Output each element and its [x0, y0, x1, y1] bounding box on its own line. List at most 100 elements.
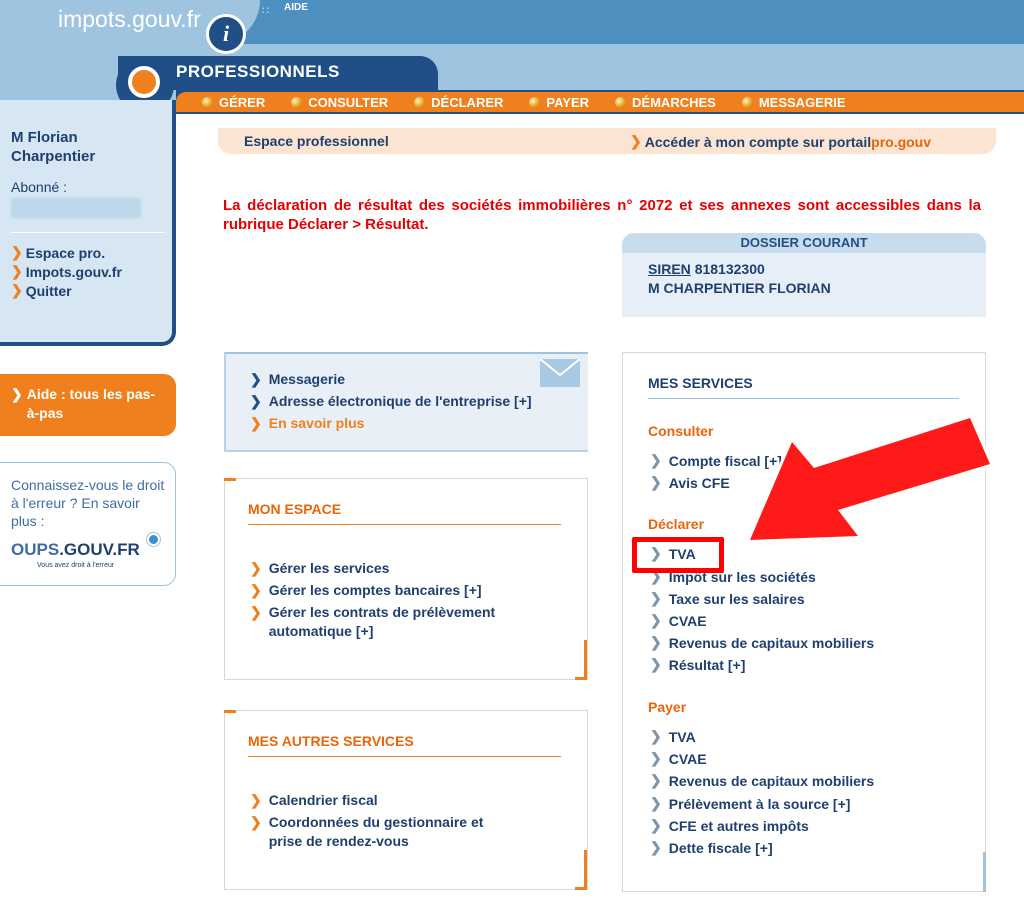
- service-label: Revenus de capitaux mobiliers: [668, 634, 875, 651]
- nav-bullet-icon: [741, 96, 753, 108]
- grid-dots-icon: ∷: [262, 5, 270, 17]
- nav-label: GÉRER: [219, 94, 266, 110]
- chevron-right-icon: ❯: [650, 474, 662, 490]
- redacted-value: [11, 198, 141, 218]
- aide-link[interactable]: AIDE: [284, 2, 308, 13]
- chevron-right-icon: ❯: [250, 582, 262, 598]
- service-label: CVAE: [668, 612, 707, 629]
- sidebar-link-impots[interactable]: ❯ Impots.gouv.fr: [11, 263, 122, 280]
- adresse-electronique-link[interactable]: ❯ Adresse électronique de l'entreprise [+…: [250, 392, 532, 411]
- section-declarer: Déclarer: [648, 516, 705, 532]
- sidebar-link-espace-pro[interactable]: ❯ Espace pro.: [11, 244, 105, 261]
- chevron-right-icon: ❯: [650, 728, 662, 744]
- en-savoir-plus-link[interactable]: ❯ En savoir plus: [250, 414, 364, 433]
- service-taxe-salaires[interactable]: ❯ Taxe sur les salaires: [650, 590, 805, 607]
- service-dette-fiscale[interactable]: ❯ Dette fiscale [+]: [650, 839, 773, 856]
- nav-label: MESSAGERIE: [758, 94, 846, 110]
- mon-espace-title: MON ESPACE: [248, 501, 342, 517]
- siren-label[interactable]: SIREN: [648, 261, 691, 277]
- service-payer-rcm[interactable]: ❯ Revenus de capitaux mobiliers: [650, 772, 874, 789]
- link-label: Adresse électronique de l'entreprise [+]: [268, 393, 532, 409]
- chevron-right-icon: ❯: [650, 612, 662, 628]
- nav-gerer[interactable]: GÉRER: [202, 95, 265, 110]
- messagerie-link[interactable]: ❯ Messagerie: [250, 370, 345, 389]
- dossier-name: M CHARPENTIER FLORIAN: [648, 280, 831, 296]
- service-cfe-autres[interactable]: ❯ CFE et autres impôts: [650, 817, 809, 834]
- chevron-right-icon: ❯: [250, 560, 262, 576]
- divider: [248, 756, 561, 757]
- service-label: Taxe sur les salaires: [668, 590, 805, 607]
- chevron-right-icon: ❯: [11, 263, 23, 279]
- aide-pas-a-pas-label: ❯ Aide : tous les pas-à-pas: [11, 385, 161, 423]
- header-edge: [1006, 44, 1024, 92]
- panel-corner: [224, 710, 236, 713]
- nav-messagerie[interactable]: MESSAGERIE: [741, 94, 846, 110]
- portail-pro-link[interactable]: ❯ Accéder à mon compte sur portail pro.gou…: [630, 133, 931, 150]
- coordonnees-gestionnaire-link[interactable]: ❯ Coordonnées du gestionnaire et prise de…: [250, 813, 510, 851]
- chevron-right-icon: ❯: [250, 415, 262, 431]
- service-label: Dette fiscale [+]: [668, 839, 773, 856]
- gerer-services-link[interactable]: ❯ Gérer les services: [250, 559, 389, 578]
- section-title: PROFESSIONNELS: [176, 62, 340, 81]
- service-payer-tva[interactable]: ❯ TVA: [650, 728, 696, 745]
- oups-logo-part1: OUPS: [11, 540, 60, 559]
- oups-logo[interactable]: OUPS.GOUV.FR: [11, 540, 140, 560]
- espace-title: Espace professionnel: [244, 133, 389, 149]
- chevron-right-icon: ❯: [650, 772, 662, 788]
- chevron-right-icon: ❯: [650, 590, 662, 606]
- link-label: Messagerie: [268, 371, 346, 387]
- nav-bullet-icon: [414, 96, 426, 108]
- service-payer-cvae[interactable]: ❯ CVAE: [650, 750, 707, 767]
- calendrier-fiscal-link[interactable]: ❯ Calendrier fiscal: [250, 791, 378, 810]
- gerer-comptes-link[interactable]: ❯ Gérer les comptes bancaires [+]: [250, 581, 482, 600]
- service-label: CFE et autres impôts: [668, 817, 809, 834]
- mes-services-title: MES SERVICES: [648, 375, 753, 391]
- divider: [648, 398, 959, 399]
- chevron-right-icon: ❯: [650, 634, 662, 650]
- chevron-right-icon: ❯: [11, 282, 23, 298]
- brand-logo-text[interactable]: impots.gouv.fr: [58, 6, 201, 33]
- nav-label: DÉMARCHES: [632, 94, 716, 110]
- service-avis-cfe[interactable]: ❯ Avis CFE: [650, 474, 730, 491]
- dossier-heading: DOSSIER COURANT: [622, 233, 986, 253]
- link-label: Calendrier fiscal: [268, 792, 378, 808]
- sidebar-link-quitter[interactable]: ❯ Quitter: [11, 282, 72, 299]
- divider: [248, 524, 561, 525]
- chevron-right-icon: ❯: [630, 133, 642, 149]
- nav-declarer[interactable]: DÉCLARER: [414, 95, 503, 110]
- nav-payer[interactable]: PAYER: [529, 95, 589, 110]
- envelope-icon: [540, 359, 580, 387]
- link-label: Gérer les comptes bancaires [+]: [268, 582, 482, 598]
- panel-corner: [224, 478, 236, 481]
- oups-logo-part2: .GOUV.FR: [59, 540, 140, 559]
- chevron-right-icon: ❯: [650, 839, 662, 855]
- service-declarer-rcm[interactable]: ❯ Revenus de capitaux mobiliers: [650, 634, 874, 651]
- oups-badge-icon: [147, 533, 160, 546]
- service-prelevement-source[interactable]: ❯ Prélèvement à la source [+]: [650, 795, 850, 812]
- sidebar-link-label: Impots.gouv.fr: [25, 263, 122, 280]
- nav-label: DÉCLARER: [431, 94, 504, 110]
- autres-services-title: MES AUTRES SERVICES: [248, 733, 414, 749]
- nav-demarches[interactable]: DÉMARCHES: [615, 95, 716, 110]
- chevron-right-icon: ❯: [250, 792, 262, 808]
- sidebar-link-label: Espace pro.: [25, 244, 106, 261]
- panel-corner: [978, 852, 986, 892]
- service-declarer-cvae[interactable]: ❯ CVAE: [650, 612, 707, 629]
- abonne-label: Abonné :: [11, 179, 68, 195]
- section-payer: Payer: [648, 699, 687, 715]
- service-resultat[interactable]: ❯ Résultat [+]: [650, 656, 745, 673]
- sidebar-link-label: Quitter: [25, 282, 72, 299]
- nav-bullet-icon: [291, 96, 303, 108]
- droit-erreur-text: Connaissez-vous le droit à l'erreur ? En…: [11, 477, 165, 529]
- section-consulter: Consulter: [648, 423, 714, 439]
- gerer-contrats-link[interactable]: ❯ Gérer les contrats de prélèvement autom…: [250, 603, 550, 641]
- siren-row: SIREN 818132300: [648, 261, 765, 277]
- service-label: Résultat [+]: [668, 656, 746, 673]
- panel-corner: [575, 640, 587, 680]
- chevron-right-icon: ❯: [650, 795, 662, 811]
- portail-pro-text: pro.gouv: [871, 133, 932, 150]
- chevron-right-icon: ❯: [650, 817, 662, 833]
- nav-consulter[interactable]: CONSULTER: [291, 95, 388, 110]
- service-label: Avis CFE: [668, 474, 730, 491]
- info-logo-icon[interactable]: i: [206, 14, 246, 54]
